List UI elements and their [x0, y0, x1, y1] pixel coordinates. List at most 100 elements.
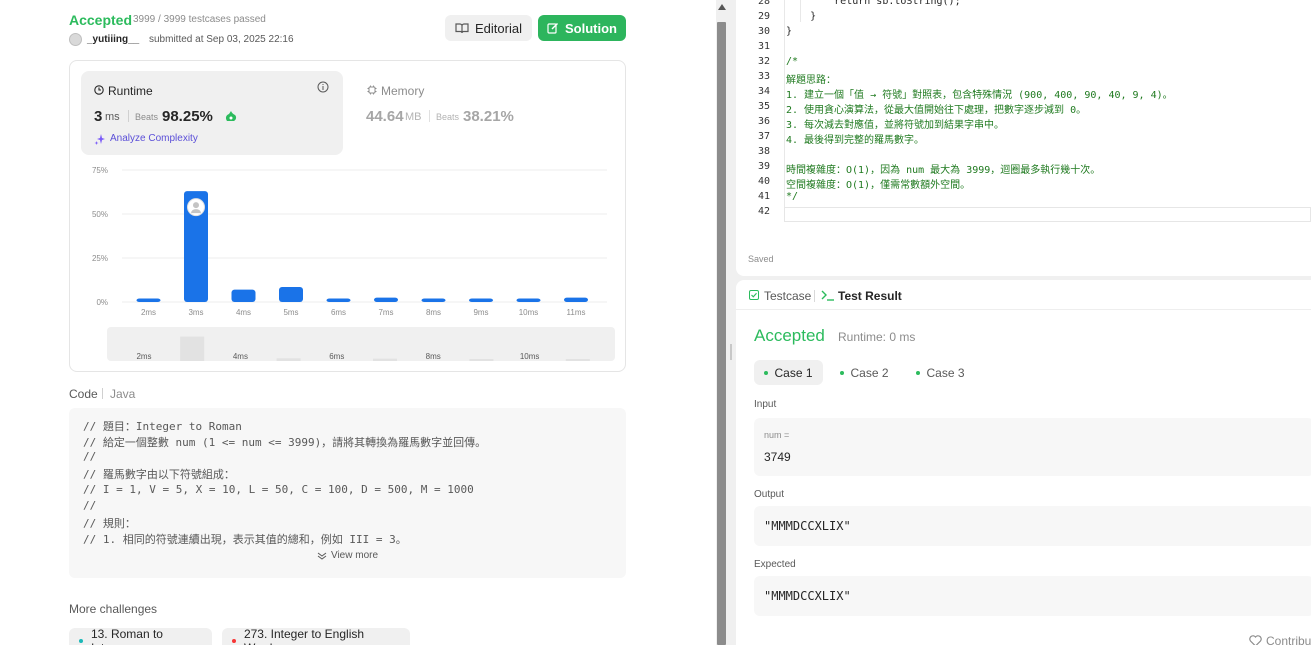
mini-x-label: 4ms	[233, 352, 248, 361]
output-value: "MMMDCCXLIX"	[764, 519, 851, 533]
runtime-distribution-chart[interactable]: 75% 50% 25% 0% 2ms 3ms 4ms 5ms 6ms 7ms 8ms 9ms 10ms 1…	[70, 161, 627, 371]
code-line: // 1. 相同的符號連續出現，表示其值的總和，例如 III = 3。	[83, 533, 407, 546]
separator	[102, 388, 103, 399]
view-more-button[interactable]: View more	[69, 550, 626, 561]
fire-hands-icon	[225, 111, 237, 121]
difficulty-dot-hard	[232, 639, 236, 643]
input-box[interactable]: num = 3749	[754, 418, 1311, 476]
result-runtime: Runtime: 0 ms	[838, 330, 916, 344]
code-editor[interactable]: 28 return sb.toString(); 29 } 30} 31 32 /* 33 解…	[736, 0, 1311, 276]
user-avatar-icon[interactable]	[69, 33, 82, 46]
chart-bar[interactable]	[469, 298, 493, 302]
mini-bar	[565, 358, 590, 361]
avatar-head	[193, 202, 199, 209]
scroll-up-arrow-icon[interactable]	[718, 4, 726, 10]
line-number: 39	[757, 161, 770, 172]
editor-code-line: 2. 使用貪心演算法，從最大值開始往下處理，把數字逐步減到 0。	[786, 105, 1087, 116]
line-number: 33	[757, 71, 770, 82]
x-tick-label: 4ms	[236, 308, 251, 317]
solution-button[interactable]: Solution	[538, 15, 626, 41]
runtime-box[interactable]: Runtime 3 ms Beats 98.25% Analyze Comple…	[81, 71, 343, 155]
heart-icon	[1249, 635, 1262, 645]
tab-testcase[interactable]: Testcase	[764, 289, 811, 303]
challenge-chip-roman-to-integer[interactable]: 13. Roman to Integer	[69, 627, 212, 645]
chart-bar[interactable]	[421, 298, 446, 302]
x-tick-label: 5ms	[283, 308, 298, 317]
chart-bar[interactable]	[564, 297, 588, 302]
output-label: Output	[754, 489, 785, 500]
analyze-complexity-link[interactable]: Analyze Complexity	[110, 133, 198, 144]
case-label: Case 2	[850, 365, 889, 380]
mini-bar	[180, 336, 205, 361]
x-tick-label: 11ms	[567, 308, 586, 317]
line-number: 35	[757, 101, 770, 112]
x-tick-label: 8ms	[426, 308, 441, 317]
case-tab-2[interactable]: Case 2	[832, 360, 897, 385]
editorial-label: Editorial	[475, 20, 522, 36]
challenge-title: 13. Roman to Integer	[90, 627, 163, 645]
x-tick-label: 10ms	[519, 308, 539, 317]
challenge-chip-integer-to-english[interactable]: 273. Integer to English Words	[222, 627, 410, 645]
view-more-label: View more	[330, 550, 379, 561]
input-label: Input	[754, 399, 777, 410]
memory-beats-label: Beats	[436, 112, 460, 122]
case-pass-dot	[916, 370, 921, 375]
test-result-panel: Testcase Test Result Accepted Runtime: 0…	[736, 280, 1311, 645]
memory-unit: MB	[405, 111, 422, 123]
submitted-time: submitted at Sep 03, 2025 22:16	[149, 34, 294, 45]
memory-label: Memory	[381, 84, 425, 98]
left-panel-scrollbar[interactable]	[716, 0, 727, 645]
drag-handle[interactable]	[730, 344, 732, 360]
mini-x-label: 10ms	[520, 352, 540, 361]
memory-chip-icon	[367, 85, 377, 95]
tab-test-result[interactable]: Test Result	[838, 289, 902, 303]
editor-code-line: 解題思路：	[786, 75, 836, 86]
chart-bar[interactable]	[516, 298, 541, 302]
editor-panel: 28 return sb.toString(); 29 } 30} 31 32 /* 33 解…	[736, 0, 1311, 645]
expected-box[interactable]: "MMMDCCXLIX"	[754, 576, 1311, 616]
line-number: 38	[757, 146, 770, 157]
chart-bar[interactable]	[231, 289, 256, 302]
mini-bar	[276, 358, 301, 361]
username[interactable]: _yutiiing__	[87, 34, 139, 45]
checkbox-icon	[749, 290, 759, 300]
code-line: // 規則：	[83, 517, 136, 530]
sparkle-icon	[94, 134, 105, 145]
indent-guide	[784, 0, 785, 222]
info-icon[interactable]	[317, 81, 329, 93]
panel-resize-divider[interactable]	[727, 0, 736, 645]
line-number: 36	[757, 116, 770, 127]
output-box[interactable]: "MMMDCCXLIX"	[754, 506, 1311, 546]
submitted-code-block: // 題目：Integer to Roman // 給定一個整數 num (1 …	[69, 408, 626, 578]
code-line: // 羅馬數字由以下符號組成：	[83, 468, 235, 481]
contribute-button[interactable]: Contribu	[1249, 634, 1311, 645]
chart-bar[interactable]	[136, 298, 161, 302]
submission-panel: Accepted 3999 / 3999 testcases passed _y…	[0, 0, 716, 645]
case-pass-dot	[764, 370, 769, 375]
chart-bar[interactable]	[374, 297, 398, 302]
y-tick-label: 50%	[92, 210, 108, 219]
case-tab-1[interactable]: Case 1	[754, 360, 823, 385]
line-number: 32	[757, 56, 770, 67]
chart-bar[interactable]	[326, 298, 351, 302]
memory-value: 44.64	[366, 108, 404, 125]
code-line: // I = 1, V = 5, X = 10, L = 50, C = 100…	[83, 483, 474, 496]
case-tab-3[interactable]: Case 3	[908, 360, 973, 385]
terminal-icon	[821, 290, 834, 301]
difficulty-dot-easy	[79, 639, 83, 643]
memory-box[interactable]: Memory 44.64 MB Beats 38.21%	[353, 71, 615, 155]
runtime-unit: ms	[105, 111, 120, 123]
case-pass-dot	[840, 370, 845, 375]
scrollbar-thumb[interactable]	[717, 22, 726, 645]
solution-label: Solution	[565, 20, 617, 36]
chart-bar[interactable]	[279, 287, 303, 302]
editor-code-line: 時間複雜度：O(1)，因為 num 最大為 3999，迴圈最多執行幾十次。	[786, 165, 1101, 176]
x-tick-label: 7ms	[378, 308, 393, 317]
code-language: Java	[110, 387, 136, 401]
editorial-button[interactable]: Editorial	[445, 15, 532, 41]
more-challenges-heading: More challenges	[69, 602, 158, 616]
editor-code-line: return sb.toString();	[786, 0, 961, 7]
challenge-title: 273. Integer to English Words	[243, 627, 365, 645]
input-value: 3749	[764, 450, 791, 464]
line-number: 31	[757, 41, 770, 52]
